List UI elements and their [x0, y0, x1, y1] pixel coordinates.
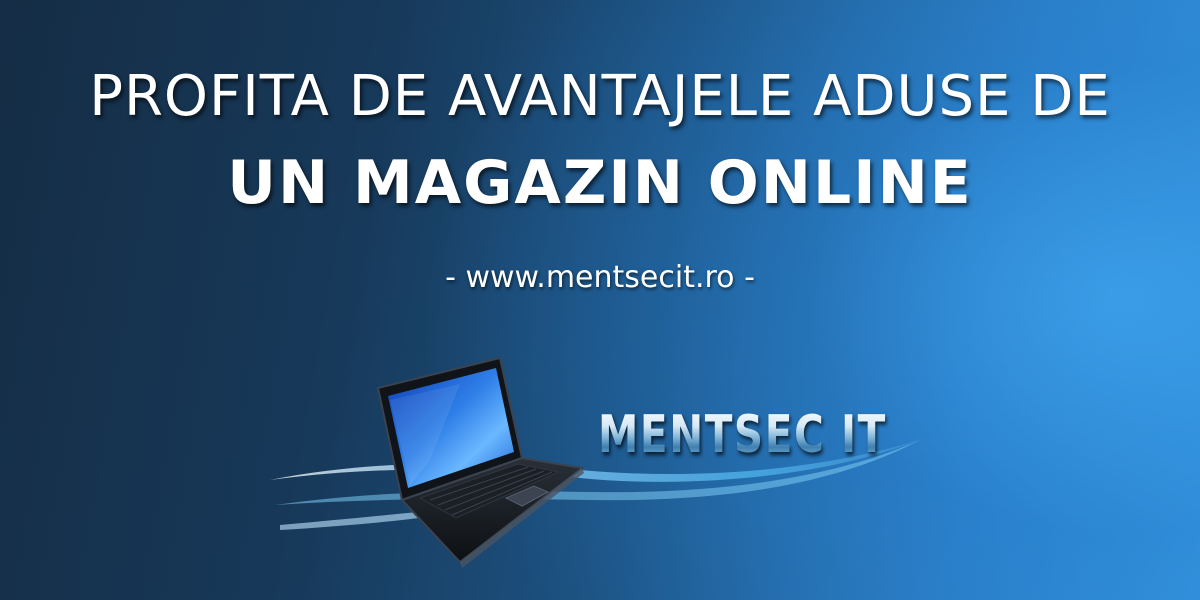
headline-line-1: PROFITA DE AVANTAJELE ADUSE DE	[89, 64, 1111, 129]
website-url: - www.mentsecit.ro -	[445, 260, 755, 295]
laptop-icon	[376, 356, 585, 568]
banner: PROFITA DE AVANTAJELE ADUSE DE UN MAGAZI…	[0, 0, 1200, 600]
brand-logo-text: MENTSEC IT	[598, 405, 887, 465]
headline-line-2: UN MAGAZIN ONLINE	[227, 148, 973, 218]
